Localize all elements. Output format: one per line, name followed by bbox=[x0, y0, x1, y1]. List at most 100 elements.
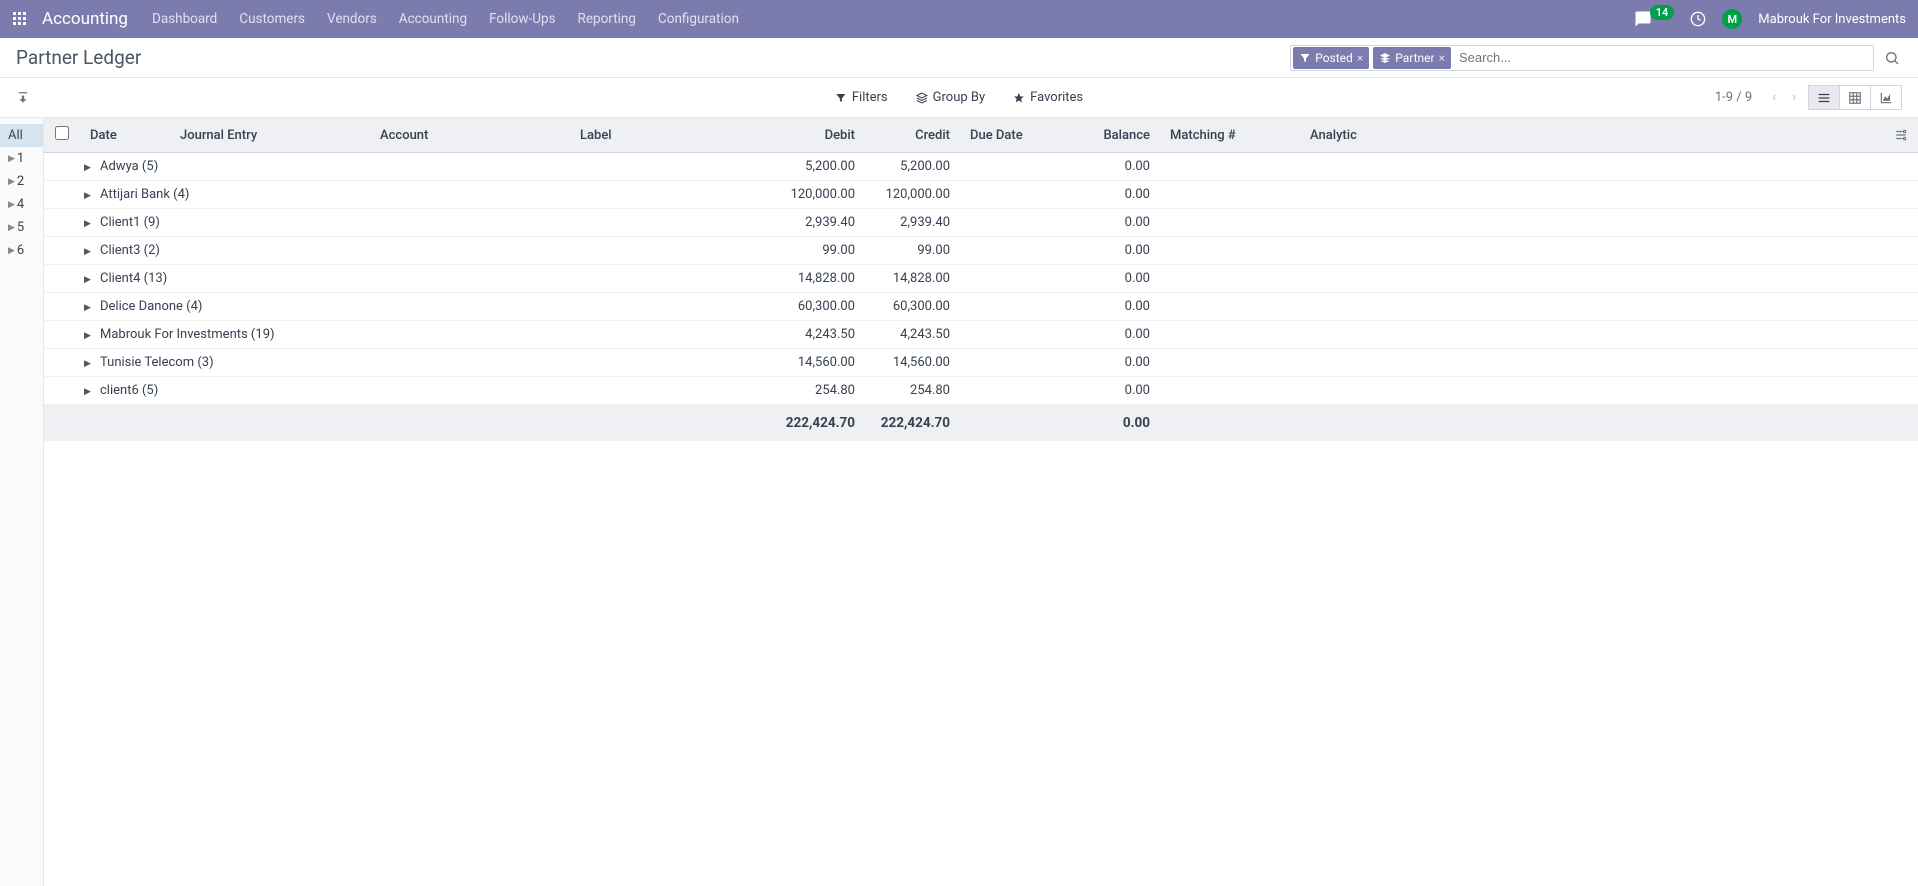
row-debit: 254.80 bbox=[770, 377, 865, 405]
favorites-button[interactable]: Favorites bbox=[1013, 90, 1083, 105]
nav-followups[interactable]: Follow-Ups bbox=[489, 11, 555, 27]
col-matching[interactable]: Matching # bbox=[1160, 118, 1300, 153]
col-journal[interactable]: Journal Entry bbox=[170, 118, 370, 153]
view-pivot-icon[interactable] bbox=[1839, 86, 1870, 109]
row-balance: 0.00 bbox=[1040, 181, 1160, 209]
row-debit: 120,000.00 bbox=[770, 181, 865, 209]
col-analytic[interactable]: Analytic bbox=[1300, 118, 1884, 153]
row-partner: Client1 (9) bbox=[100, 215, 160, 230]
row-debit: 99.00 bbox=[770, 237, 865, 265]
row-debit: 2,939.40 bbox=[770, 209, 865, 237]
expand-caret-icon[interactable]: ▶ bbox=[84, 275, 94, 285]
sidebar-item-4[interactable]: ▶4 bbox=[0, 193, 43, 216]
user-name[interactable]: Mabrouk For Investments bbox=[1758, 12, 1906, 27]
search-icon[interactable] bbox=[1884, 50, 1902, 66]
alpha-sidebar: All ▶1 ▶2 ▶4 ▶5 ▶6 bbox=[0, 118, 44, 886]
row-balance: 0.00 bbox=[1040, 293, 1160, 321]
export-button[interactable] bbox=[16, 90, 30, 105]
sidebar-item-6[interactable]: ▶6 bbox=[0, 239, 43, 262]
table-row[interactable]: ▶Tunisie Telecom (3)14,560.0014,560.000.… bbox=[44, 349, 1918, 377]
expand-caret-icon[interactable]: ▶ bbox=[84, 331, 94, 341]
sidebar-item-5[interactable]: ▶5 bbox=[0, 216, 43, 239]
activity-icon[interactable] bbox=[1690, 11, 1706, 27]
expand-caret-icon[interactable]: ▶ bbox=[84, 387, 94, 397]
filters-button[interactable]: Filters bbox=[835, 90, 888, 105]
search-input[interactable] bbox=[1453, 48, 1873, 67]
pager-prev-icon[interactable]: ‹ bbox=[1768, 90, 1780, 105]
row-debit: 60,300.00 bbox=[770, 293, 865, 321]
expand-caret-icon[interactable]: ▶ bbox=[84, 247, 94, 257]
table-row[interactable]: ▶Delice Danone (4)60,300.0060,300.000.00 bbox=[44, 293, 1918, 321]
pager-next-icon[interactable]: › bbox=[1788, 90, 1800, 105]
view-switcher bbox=[1808, 85, 1902, 110]
sidebar-item-2[interactable]: ▶2 bbox=[0, 170, 43, 193]
total-balance: 0.00 bbox=[1040, 405, 1160, 442]
table-row[interactable]: ▶ Attijari Bank (4) 120,000.00120,000.00 0.… bbox=[44, 181, 1918, 209]
nav-configuration[interactable]: Configuration bbox=[658, 11, 739, 27]
row-credit: 4,243.50 bbox=[865, 321, 960, 349]
row-balance: 0.00 bbox=[1040, 209, 1160, 237]
col-options[interactable] bbox=[1884, 118, 1918, 153]
pager-range[interactable]: 1-9 / 9 bbox=[1715, 90, 1752, 105]
expand-caret-icon[interactable]: ▶ bbox=[84, 219, 94, 229]
chip-remove-icon[interactable]: × bbox=[1439, 51, 1445, 65]
row-balance: 0.00 bbox=[1040, 349, 1160, 377]
nav-vendors[interactable]: Vendors bbox=[327, 11, 377, 27]
expand-caret-icon[interactable]: ▶ bbox=[84, 359, 94, 369]
view-list-icon[interactable] bbox=[1809, 86, 1839, 109]
view-graph-icon[interactable] bbox=[1870, 86, 1901, 109]
col-due[interactable]: Due Date bbox=[960, 118, 1040, 153]
groupby-button[interactable]: Group By bbox=[916, 90, 986, 105]
row-partner: Mabrouk For Investments (19) bbox=[100, 327, 275, 342]
row-credit: 5,200.00 bbox=[865, 153, 960, 181]
chip-remove-icon[interactable]: × bbox=[1357, 51, 1363, 65]
row-credit: 120,000.00 bbox=[865, 181, 960, 209]
row-debit: 14,828.00 bbox=[770, 265, 865, 293]
col-account[interactable]: Account bbox=[370, 118, 570, 153]
select-all-checkbox[interactable] bbox=[55, 126, 69, 140]
row-debit: 4,243.50 bbox=[770, 321, 865, 349]
row-credit: 99.00 bbox=[865, 237, 960, 265]
col-date[interactable]: Date bbox=[80, 118, 170, 153]
nav-dashboard[interactable]: Dashboard bbox=[152, 11, 217, 27]
nav-reporting[interactable]: Reporting bbox=[578, 11, 636, 27]
col-label[interactable]: Label bbox=[570, 118, 770, 153]
table-row[interactable]: ▶ Mabrouk For Investments (19) 4,243.504,2… bbox=[44, 321, 1918, 349]
main-nav: Dashboard Customers Vendors Accounting F… bbox=[152, 11, 739, 27]
messages-icon[interactable]: 14 bbox=[1634, 10, 1674, 28]
row-partner: Attijari Bank (4) bbox=[100, 187, 189, 202]
row-balance: 0.00 bbox=[1040, 237, 1160, 265]
sidebar-item-all[interactable]: All bbox=[0, 124, 43, 147]
row-partner: client6 (5) bbox=[100, 383, 158, 398]
row-credit: 60,300.00 bbox=[865, 293, 960, 321]
search-box[interactable]: Posted × Partner × bbox=[1290, 45, 1874, 71]
expand-caret-icon[interactable]: ▶ bbox=[84, 163, 94, 173]
breadcrumb-row: Partner Ledger Posted × Partner × bbox=[0, 38, 1918, 78]
row-debit: 5,200.00 bbox=[770, 153, 865, 181]
caret-icon: ▶ bbox=[8, 246, 15, 256]
col-debit[interactable]: Debit bbox=[770, 118, 865, 153]
nav-customers[interactable]: Customers bbox=[239, 11, 305, 27]
col-balance[interactable]: Balance bbox=[1040, 118, 1160, 153]
table-row[interactable]: ▶Client4 (13)14,828.0014,828.000.00 bbox=[44, 265, 1918, 293]
table-row[interactable]: ▶Client3 (2)99.0099.000.00 bbox=[44, 237, 1918, 265]
row-credit: 2,939.40 bbox=[865, 209, 960, 237]
apps-icon[interactable] bbox=[12, 11, 42, 27]
caret-icon: ▶ bbox=[8, 200, 15, 210]
table-row[interactable]: ▶ Client1 (9) 2,939.402,939.40 0.00 bbox=[44, 209, 1918, 237]
expand-caret-icon[interactable]: ▶ bbox=[84, 303, 94, 313]
groupby-chip-partner[interactable]: Partner × bbox=[1373, 47, 1451, 69]
expand-caret-icon[interactable]: ▶ bbox=[84, 191, 94, 201]
row-partner: Tunisie Telecom (3) bbox=[100, 355, 214, 370]
table-row[interactable]: ▶Adwya (5)5,200.005,200.000.00 bbox=[44, 153, 1918, 181]
app-brand[interactable]: Accounting bbox=[42, 9, 128, 29]
nav-accounting[interactable]: Accounting bbox=[399, 11, 467, 27]
table-row[interactable]: ▶client6 (5)254.80254.800.00 bbox=[44, 377, 1918, 405]
avatar[interactable]: M bbox=[1722, 9, 1742, 29]
total-credit: 222,424.70 bbox=[865, 405, 960, 442]
col-credit[interactable]: Credit bbox=[865, 118, 960, 153]
row-credit: 14,828.00 bbox=[865, 265, 960, 293]
sidebar-item-1[interactable]: ▶1 bbox=[0, 147, 43, 170]
row-credit: 14,560.00 bbox=[865, 349, 960, 377]
filter-chip-posted[interactable]: Posted × bbox=[1293, 47, 1369, 69]
